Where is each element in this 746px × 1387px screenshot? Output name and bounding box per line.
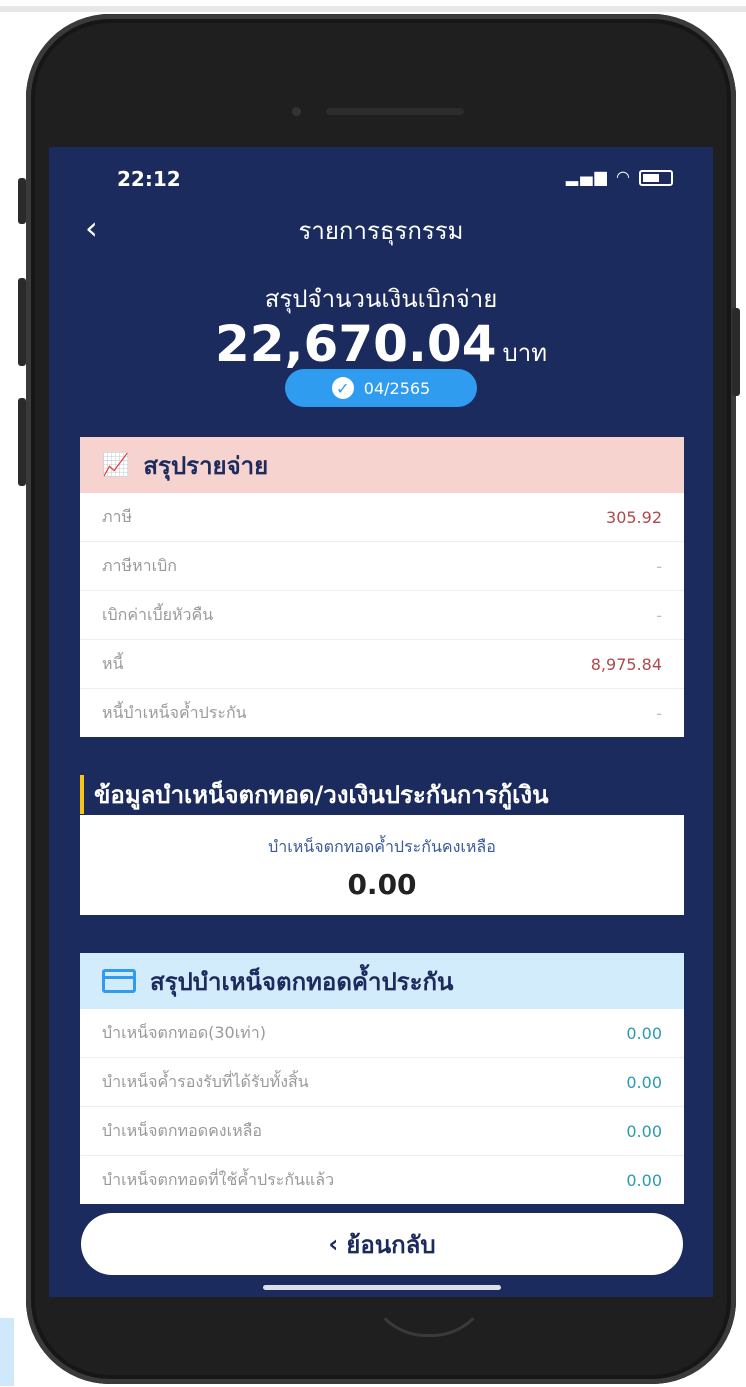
chevron-left-icon: ‹ bbox=[328, 1230, 339, 1258]
back-button-label: ย้อนกลับ bbox=[346, 1230, 436, 1259]
mute-switch bbox=[18, 178, 26, 224]
pension-row: บำเหน็จตกทอดที่ใช้ค้ำประกันแล้ว 0.00 bbox=[102, 1169, 662, 1190]
expense-row: เบิกค่าเบี้ยหัวคืน - bbox=[80, 591, 684, 640]
home-indicator bbox=[263, 1285, 501, 1290]
pension-row: บำเหน็จค้ำรองรับที่ได้รับทั้งสิ้น 0.00 bbox=[80, 1058, 684, 1107]
top-divider bbox=[0, 6, 746, 12]
power-button bbox=[732, 308, 740, 396]
total-amount: 22,670.04 บาท bbox=[49, 315, 713, 373]
pension-summary-card: สรุปบำเหน็จตกทอดค้ำประกัน บำเหน็จตกทอด(3… bbox=[80, 953, 684, 1204]
pension-card-title: สรุปบำเหน็จตกทอดค้ำประกัน bbox=[150, 967, 454, 996]
expense-row: ภาษีหาเบิก - bbox=[80, 542, 684, 591]
expense-row: หนี้ 8,975.84 bbox=[80, 640, 684, 689]
status-icons: ▂▄▆ ◠ bbox=[566, 167, 673, 186]
check-icon: ✓ bbox=[331, 377, 354, 399]
status-time: 22:12 bbox=[117, 167, 181, 191]
summary-label: สรุปจำนวนเงินเบิกจ่าย bbox=[264, 285, 498, 313]
page-title: รายการธุรกรรม bbox=[298, 217, 464, 245]
volume-down-button bbox=[18, 398, 26, 486]
chart-icon: 📈 bbox=[102, 452, 130, 478]
expense-row: ภาษี 305.92 bbox=[80, 493, 684, 542]
balance-value: 0.00 bbox=[347, 868, 417, 901]
back-button[interactable]: ‹ ย้อนกลับ bbox=[81, 1213, 683, 1275]
period-badge[interactable]: ✓ 04/2565 bbox=[285, 369, 477, 407]
expense-card-title: สรุปรายจ่าย bbox=[143, 451, 269, 480]
camera-icon bbox=[292, 107, 301, 116]
volume-up-button bbox=[18, 278, 26, 366]
amount-unit: บาท bbox=[502, 339, 548, 367]
expense-row: หนี้บำเหน็จค้ำประกัน - bbox=[102, 702, 662, 723]
expense-card-header: 📈 สรุปรายจ่าย bbox=[80, 437, 684, 493]
amount-value: 22,670.04 bbox=[214, 315, 497, 373]
section-title: ข้อมูลบำเหน็จตกทอด/วงเงินประกันการกู้เงิ… bbox=[80, 775, 549, 814]
balance-card: บำเหน็จตกทอดค้ำประกันคงเหลือ 0.00 bbox=[80, 815, 684, 915]
wifi-icon: ◠ bbox=[615, 167, 632, 186]
app-screen: 22:12 ▂▄▆ ◠ ‹ รายการธุรกรรม สรุปจำนวนเงิ… bbox=[49, 147, 713, 1297]
expense-summary-card: 📈 สรุปรายจ่าย ภาษี 305.92 ภาษีหาเบิก - เ… bbox=[80, 437, 684, 737]
pension-row: บำเหน็จตกทอดคงเหลือ 0.00 bbox=[80, 1107, 684, 1156]
battery-icon bbox=[639, 169, 673, 186]
signal-icon: ▂▄▆ bbox=[565, 167, 609, 186]
pension-card-header: สรุปบำเหน็จตกทอดค้ำประกัน bbox=[80, 953, 684, 1009]
corner-fragment bbox=[0, 1318, 14, 1386]
period-label: 04/2565 bbox=[363, 378, 431, 398]
speaker-grille bbox=[326, 108, 464, 115]
balance-label: บำเหน็จตกทอดค้ำประกันคงเหลือ bbox=[268, 837, 496, 856]
card-icon bbox=[102, 969, 136, 993]
pension-row: บำเหน็จตกทอด(30เท่า) 0.00 bbox=[80, 1009, 684, 1058]
